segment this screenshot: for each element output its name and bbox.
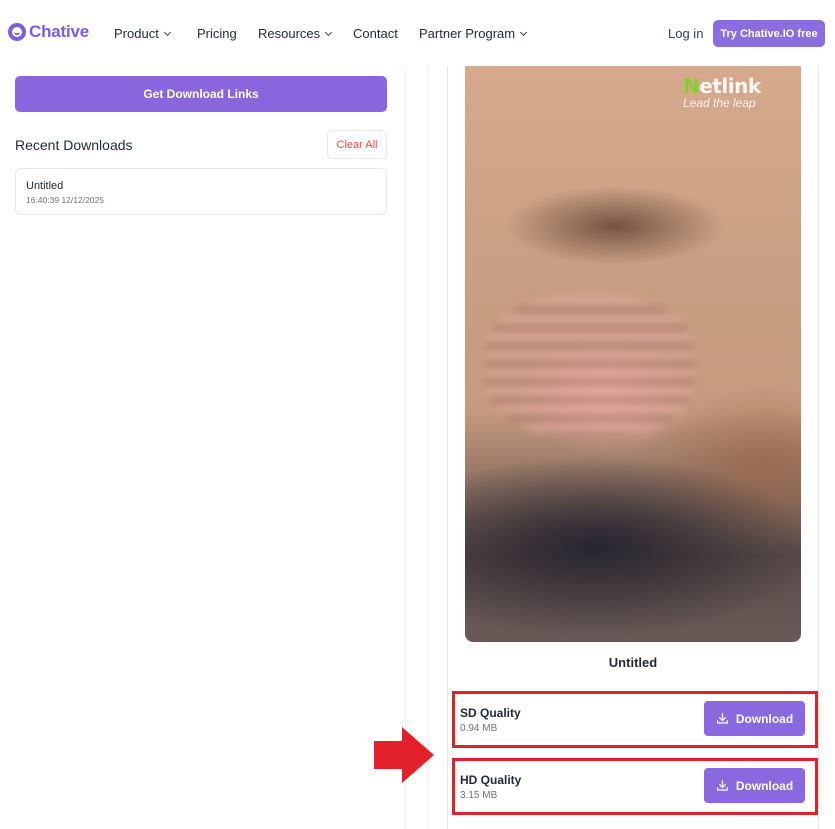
nav-label: Product [114, 26, 159, 41]
quality-size: 3.15 MB [460, 790, 498, 801]
clear-all-button[interactable]: Clear All [327, 130, 387, 159]
nav-label: Partner Program [419, 26, 516, 41]
download-label: Download [735, 711, 794, 726]
recent-item-timestamp: 16:40:39 12/12/2025 [26, 195, 104, 205]
brand-logo[interactable]: Chative [8, 22, 89, 42]
download-icon [716, 712, 728, 724]
recent-download-item[interactable]: Untitled 16:40:39 12/12/2025 [15, 168, 387, 215]
nav-item-resources[interactable]: Resources [258, 26, 333, 41]
divider [428, 66, 429, 829]
divider [405, 66, 406, 829]
quality-label: HD Quality [460, 773, 522, 787]
nav-label: Resources [258, 26, 321, 41]
download-sd-button[interactable]: Download [704, 701, 805, 736]
nav-item-partner-program[interactable]: Partner Program [419, 26, 528, 41]
recent-item-name: Untitled [26, 180, 64, 192]
quality-option-hd: HD Quality 3.15 MB Download [452, 758, 818, 815]
quality-option-sd: SD Quality 0.94 MB Download [452, 691, 818, 748]
recent-downloads-heading: Recent Downloads [15, 137, 133, 153]
nav-label: Contact [353, 26, 398, 41]
blurred-face-region [485, 296, 695, 436]
chevron-down-icon [163, 28, 171, 36]
download-icon [716, 779, 728, 791]
brand-name: Chative [29, 22, 90, 41]
chative-logo-icon [8, 23, 26, 41]
chevron-down-icon [325, 28, 333, 36]
netlink-watermark: Netlink Lead the leap [683, 74, 761, 110]
watermark-tagline: Lead the leap [683, 96, 756, 110]
watermark-brand: Netlink [683, 74, 761, 98]
get-download-links-button[interactable]: Get Download Links [15, 76, 387, 112]
download-label: Download [735, 778, 794, 793]
video-thumbnail[interactable]: Netlink Lead the leap [465, 66, 801, 642]
login-link[interactable]: Log in [668, 26, 703, 41]
chevron-down-icon [520, 28, 528, 36]
red-arrow-icon [374, 727, 434, 783]
nav-item-contact[interactable]: Contact [353, 26, 398, 41]
quality-size: 0.94 MB [460, 723, 498, 734]
top-nav: Chative Product Pricing Resources Contac… [0, 0, 835, 66]
try-free-button[interactable]: Try Chative.IO free [713, 20, 825, 47]
video-title: Untitled [608, 655, 658, 670]
download-hd-button[interactable]: Download [704, 768, 805, 803]
nav-item-product[interactable]: Product [114, 26, 171, 41]
nav-label: Pricing [197, 26, 237, 41]
quality-label: SD Quality [460, 706, 521, 720]
nav-item-pricing[interactable]: Pricing [197, 26, 237, 41]
